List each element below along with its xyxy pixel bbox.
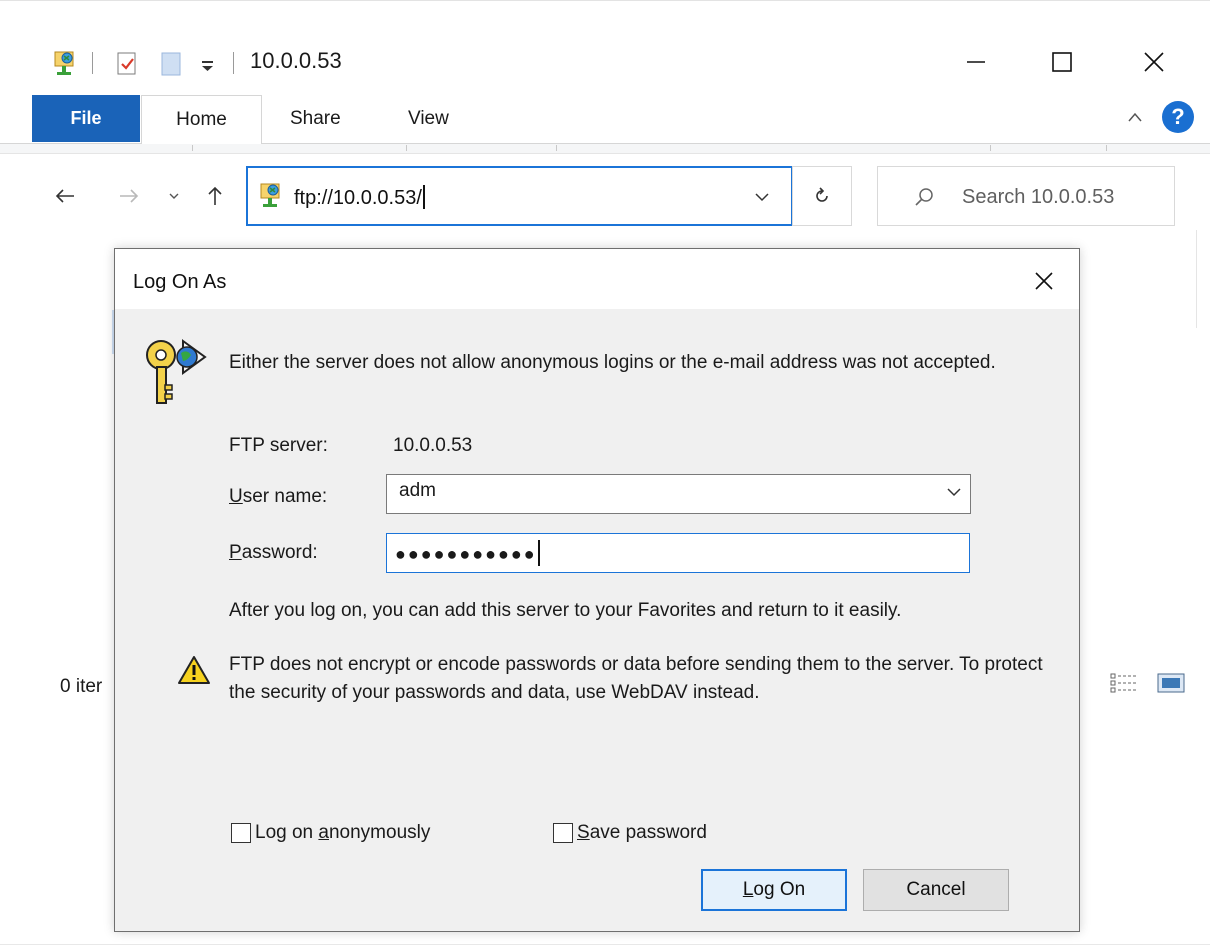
cancel-button[interactable]: Cancel [863,869,1009,911]
anonymous-logon-label: Log on anonymously [255,822,431,843]
logon-dialog: Log On As Either the server does not all… [114,248,1080,932]
ribbon-content-strip [0,144,1210,154]
up-button[interactable] [202,178,228,214]
ribbon-group-mark [990,145,991,151]
address-bar[interactable]: ftp://10.0.0.53/ [246,166,793,226]
anonymous-logon-checkbox[interactable]: Log on anonymously [231,822,430,844]
window-bottom-border [0,944,1210,945]
password-field[interactable]: ●●●●●●●●●●● [386,533,970,573]
dialog-close-button[interactable] [1021,261,1067,301]
status-item-count: 0 iter [60,676,103,697]
close-icon [1035,272,1053,290]
address-text[interactable]: ftp://10.0.0.53/ [294,185,425,210]
ftp-server-value: 10.0.0.53 [393,435,473,456]
chevron-up-icon [1128,112,1142,122]
warning-icon [177,655,211,690]
dialog-titlebar[interactable]: Log On As [115,249,1079,309]
close-button[interactable] [1126,40,1182,84]
username-label-accel: U [229,486,243,507]
maximize-button[interactable] [1034,40,1090,84]
qat-separator [233,52,234,74]
qat-separator [92,52,93,74]
chevron-down-icon [169,193,179,199]
username-label: User name: [229,483,327,511]
password-value: ●●●●●●●●●●● [395,544,537,564]
text-caret [537,540,540,566]
recent-locations-button[interactable] [164,178,184,214]
chevron-down-icon [947,488,961,497]
tab-file[interactable]: File [32,95,140,142]
refresh-icon [816,187,828,202]
maximize-icon [1052,52,1072,72]
tab-home[interactable]: Home [141,95,262,144]
text-caret [422,185,425,209]
window-top-border [0,0,1210,1]
address-dropdown-button[interactable] [754,190,770,208]
pane-border [1196,230,1197,328]
tab-share[interactable]: Share [290,95,341,142]
save-password-label: Save password [577,822,707,843]
checkbox-box[interactable] [553,823,573,843]
password-label: Password: [229,539,318,567]
customize-qat-icon[interactable] [200,58,216,79]
properties-icon[interactable] [114,50,140,83]
username-combobox[interactable]: adm [386,474,971,514]
large-icons-view-icon[interactable] [1157,673,1185,698]
search-icon [914,187,934,212]
logon-button[interactable]: Log On [701,869,847,911]
search-placeholder: Search 10.0.0.53 [962,186,1115,208]
password-label-accel: P [229,542,242,563]
ribbon-group-mark [1106,145,1107,151]
username-value: adm [399,480,436,501]
back-button[interactable] [50,178,80,214]
save-password-checkbox[interactable]: Save password [553,822,707,844]
forward-arrow-icon [120,189,139,203]
close-icon [1144,52,1164,72]
window-title: 10.0.0.53 [250,48,342,73]
checkbox-box[interactable] [231,823,251,843]
dialog-message: Either the server does not allow anonymo… [229,352,996,373]
ftp-server-label: FTP server: [229,435,328,456]
help-button[interactable]: ? [1162,101,1194,133]
ribbon-group-mark [406,145,407,151]
minimize-button[interactable] [948,40,1004,84]
tab-view[interactable]: View [408,95,449,142]
favorites-info-text: After you log on, you can add this serve… [229,600,902,621]
up-arrow-icon [208,186,222,205]
ribbon-group-mark [192,145,193,151]
ribbon-group-mark [556,145,557,151]
minimize-icon [967,61,985,63]
ftp-location-icon [258,182,284,215]
dialog-title: Log On As [133,271,227,293]
ftp-folder-icon[interactable] [52,50,78,83]
chevron-down-icon [755,193,769,202]
new-folder-icon[interactable] [158,50,184,83]
details-view-icon[interactable] [1109,671,1139,700]
password-label-text: assword: [241,542,318,563]
search-box[interactable]: Search 10.0.0.53 [877,166,1175,226]
username-label-text: ser name: [242,486,328,507]
username-dropdown-button[interactable] [946,485,962,503]
keys-globe-icon [143,335,213,416]
address-value: ftp://10.0.0.53/ [294,187,422,209]
forward-button[interactable] [114,178,144,214]
security-warning-text: FTP does not encrypt or encode passwords… [229,654,1043,703]
back-arrow-icon [55,189,74,203]
refresh-button[interactable] [792,166,852,226]
ribbon-collapse-button[interactable] [1122,104,1148,130]
